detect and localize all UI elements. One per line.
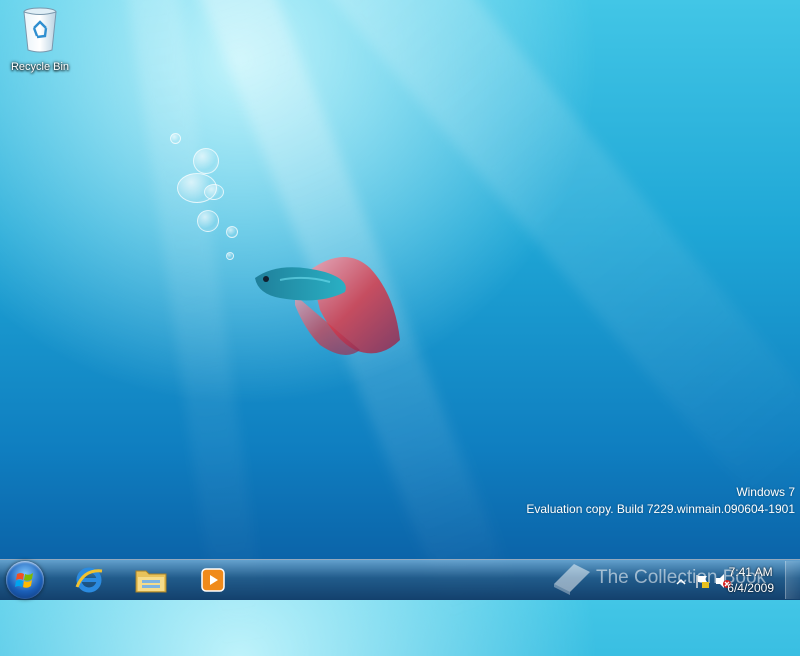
- desktop-icon-label: Recycle Bin: [10, 61, 70, 73]
- bubble: [170, 133, 181, 144]
- betta-fish-image: [255, 256, 400, 355]
- clock-time: 7:41 AM: [728, 565, 773, 579]
- recycle-bin-icon: [23, 7, 57, 53]
- media-player-icon: [201, 568, 225, 592]
- notification-area: 7:41 AM 6/4/2009: [670, 560, 800, 600]
- evaluation-watermark: Windows 7 Evaluation copy. Build 7229.wi…: [526, 484, 795, 518]
- taskbar-internet-explorer[interactable]: [62, 562, 116, 598]
- bubble: [197, 210, 219, 232]
- show-desktop-button[interactable]: [785, 561, 800, 599]
- bubble: [204, 184, 224, 200]
- taskbar: The Collection Book 7:41 AM 6/4/2009: [0, 559, 800, 600]
- start-button[interactable]: [6, 561, 44, 599]
- clock-date: 6/4/2009: [727, 581, 774, 595]
- desktop[interactable]: Recycle Bin Windows 7 Evaluation copy. B…: [0, 0, 800, 656]
- windows-start-orb-icon: [15, 573, 33, 588]
- bubble: [226, 252, 234, 260]
- book-icon: [554, 564, 590, 595]
- taskbar-windows-media-player[interactable]: [186, 562, 240, 598]
- system-clock[interactable]: 7:41 AM 6/4/2009: [727, 564, 774, 596]
- show-hidden-icons-icon[interactable]: [676, 574, 692, 590]
- folder-icon: [135, 570, 167, 593]
- bubble: [193, 148, 219, 174]
- action-center-flag-icon[interactable]: [694, 573, 710, 589]
- watermark-build: Evaluation copy. Build 7229.winmain.0906…: [526, 502, 795, 516]
- desktop-icon-recycle-bin[interactable]: Recycle Bin: [4, 6, 76, 73]
- bubble: [226, 226, 238, 238]
- taskbar-windows-explorer[interactable]: [124, 562, 178, 598]
- internet-explorer-icon: [75, 567, 103, 593]
- watermark-edition: Windows 7: [736, 485, 795, 499]
